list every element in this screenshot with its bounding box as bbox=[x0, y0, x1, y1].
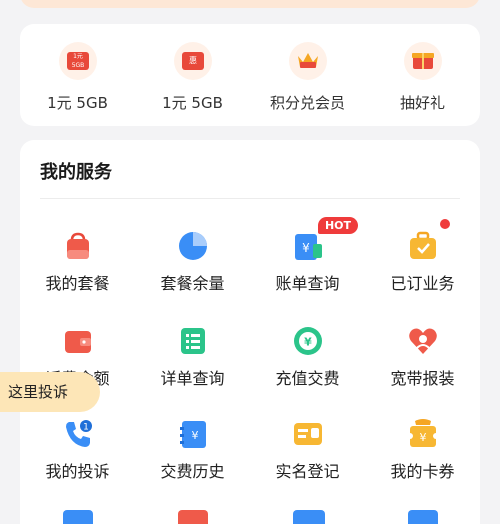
promo-label: 积分兑会员 bbox=[269, 94, 345, 112]
service-label: 我的投诉 bbox=[45, 462, 110, 481]
service-recharge[interactable]: ¥ 充值交费 bbox=[250, 325, 365, 415]
next-row-icon[interactable] bbox=[408, 510, 438, 524]
service-label: 交费历史 bbox=[160, 462, 225, 481]
section-title: 我的服务 bbox=[40, 162, 112, 183]
next-row-icon[interactable] bbox=[63, 510, 93, 524]
bag-icon bbox=[67, 232, 89, 259]
svg-text:¥: ¥ bbox=[304, 336, 312, 349]
service-label: 充值交费 bbox=[275, 369, 340, 388]
promo-item-1yuan-5gb[interactable]: 1元 5GB 1元 5GB bbox=[20, 24, 135, 126]
promo-card: 1元 5GB 1元 5GB 惠 1元 5GB 积分兑会员 抽好礼 bbox=[20, 24, 480, 126]
id-card-icon bbox=[294, 423, 322, 445]
my-services-card: 我的服务 我的套餐 套餐余量 ¥ 账单查询 已订业务 话费余额 详单查询 ¥ 充… bbox=[20, 140, 480, 524]
hot-badge: HOT bbox=[318, 217, 358, 234]
bill-icon: ¥ bbox=[295, 234, 322, 260]
promo-label: 抽好礼 bbox=[399, 94, 445, 112]
service-label: 我的套餐 bbox=[45, 274, 110, 293]
promo-item-lucky-draw[interactable]: 抽好礼 bbox=[365, 24, 480, 126]
list-icon bbox=[181, 328, 205, 354]
complaint-tooltip[interactable]: 这里投诉 bbox=[0, 372, 100, 412]
svg-text:¥: ¥ bbox=[302, 241, 310, 255]
broadband-heart-icon bbox=[409, 328, 437, 354]
notification-dot bbox=[440, 219, 450, 229]
svg-text:1: 1 bbox=[83, 423, 89, 433]
service-payment-history[interactable]: ¥ 交费历史 bbox=[135, 418, 250, 508]
promo-item-points-membership[interactable]: 积分兑会员 bbox=[250, 24, 365, 126]
service-broadband[interactable]: 宽带报装 bbox=[365, 325, 480, 415]
service-detail-query[interactable]: 详单查询 bbox=[135, 325, 250, 415]
gift-box-icon: 惠 bbox=[174, 42, 212, 80]
coupon-icon: ¥ bbox=[407, 419, 439, 447]
top-banner-edge bbox=[20, 0, 480, 8]
gift-special-icon bbox=[404, 42, 442, 80]
service-label: 实名登记 bbox=[275, 462, 340, 481]
svg-text:¥: ¥ bbox=[192, 429, 199, 442]
payment-history-icon: ¥ bbox=[180, 421, 206, 448]
service-real-name-registration[interactable]: 实名登记 bbox=[250, 418, 365, 508]
divider bbox=[40, 198, 460, 199]
service-plan-balance[interactable]: 套餐余量 bbox=[135, 230, 250, 320]
wallet-icon bbox=[65, 331, 91, 353]
promo-item-1yuan-5gb-gift[interactable]: 惠 1元 5GB bbox=[135, 24, 250, 126]
service-subscribed[interactable]: 已订业务 bbox=[365, 230, 480, 320]
service-my-complaints[interactable]: 1 我的投诉 bbox=[20, 418, 135, 508]
next-row-icon[interactable] bbox=[178, 510, 208, 524]
promo-label: 1元 5GB bbox=[162, 94, 223, 112]
promo-label: 1元 5GB bbox=[47, 94, 108, 112]
service-label: 我的卡券 bbox=[390, 462, 455, 481]
pie-chart-icon bbox=[179, 232, 207, 260]
svg-text:¥: ¥ bbox=[420, 431, 427, 444]
recharge-icon: ¥ bbox=[294, 327, 322, 355]
service-bill-query[interactable]: ¥ 账单查询 bbox=[250, 230, 365, 320]
service-label: 宽带报装 bbox=[390, 369, 455, 388]
service-label: 详单查询 bbox=[160, 369, 225, 388]
phone-complaint-icon: 1 bbox=[66, 420, 92, 447]
service-label: 账单查询 bbox=[275, 274, 340, 293]
crown-icon bbox=[289, 42, 327, 80]
next-row-icon[interactable] bbox=[293, 510, 325, 524]
briefcase-icon bbox=[410, 231, 436, 259]
service-label: 套餐余量 bbox=[160, 274, 225, 293]
service-my-coupons[interactable]: ¥ 我的卡券 bbox=[365, 418, 480, 508]
service-label: 已订业务 bbox=[390, 274, 455, 293]
ticket-1yuan-5gb-icon: 1元 5GB bbox=[59, 42, 97, 80]
service-my-plan[interactable]: 我的套餐 bbox=[20, 230, 135, 320]
